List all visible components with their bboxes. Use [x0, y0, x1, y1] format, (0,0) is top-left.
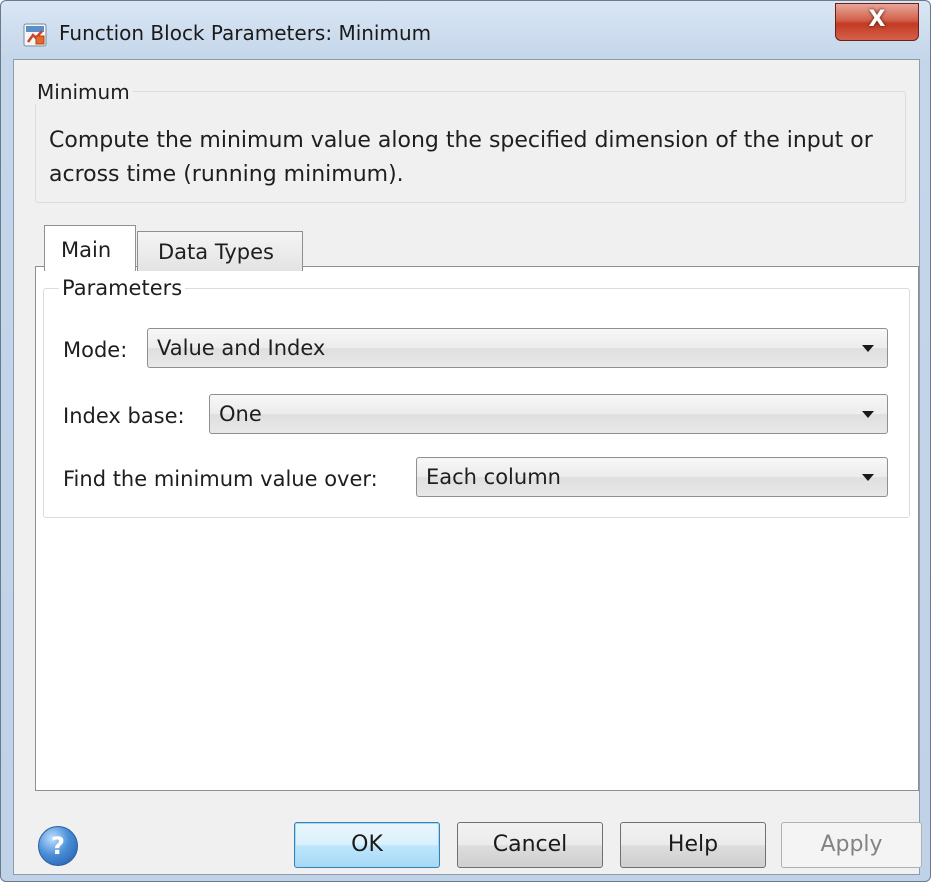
dialog-client-area: Minimum Compute the minimum value along … [13, 59, 922, 875]
find-over-value: Each column [426, 465, 561, 489]
chevron-down-icon [862, 411, 874, 418]
cancel-button[interactable]: Cancel [457, 822, 603, 868]
help-button[interactable]: Help [620, 822, 766, 868]
find-over-dropdown[interactable]: Each column [416, 457, 888, 497]
find-over-label: Find the minimum value over: [63, 467, 378, 491]
help-icon[interactable]: ? [38, 826, 78, 866]
apply-button[interactable]: Apply [781, 822, 922, 868]
close-button[interactable]: X [835, 3, 919, 41]
simulink-block-icon [23, 23, 47, 47]
chevron-down-icon [862, 345, 874, 352]
ok-button[interactable]: OK [294, 822, 440, 868]
mode-dropdown[interactable]: Value and Index [147, 328, 888, 368]
mode-label: Mode: [63, 338, 128, 362]
mode-value: Value and Index [157, 336, 326, 360]
tab-main[interactable]: Main [44, 225, 136, 271]
title-bar[interactable]: Function Block Parameters: Minimum [1, 1, 930, 61]
parameters-group-title: Parameters [59, 276, 186, 300]
dialog-window: Function Block Parameters: Minimum X Min… [0, 0, 931, 882]
block-description: Compute the minimum value along the spec… [49, 128, 873, 187]
index-base-value: One [219, 402, 262, 426]
index-base-dropdown[interactable]: One [209, 394, 888, 434]
close-icon: X [868, 7, 886, 32]
window-title: Function Block Parameters: Minimum [59, 21, 432, 45]
index-base-label: Index base: [63, 404, 185, 428]
description-group-title: Minimum [34, 80, 133, 104]
tab-data-types[interactable]: Data Types [137, 231, 303, 271]
chevron-down-icon [862, 474, 874, 481]
